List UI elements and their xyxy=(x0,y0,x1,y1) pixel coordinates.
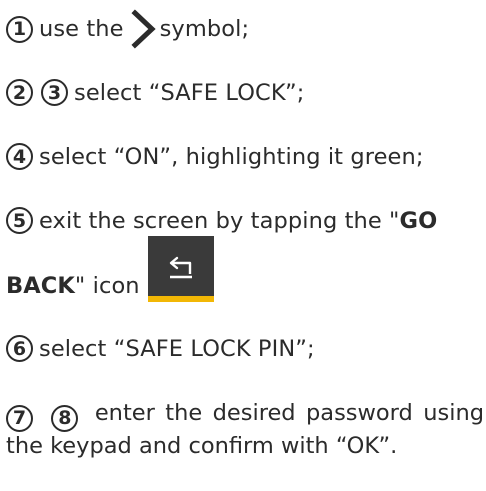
step-4: 4 select “ON”, highlighting it green; xyxy=(6,143,424,170)
step-text: select “SAFE LOCK PIN”; xyxy=(39,335,315,362)
step-text: select “ON”, highlighting it green; xyxy=(39,143,424,170)
instruction-page: 1 use the symbol; 2 3 select “SAFE LOCK”… xyxy=(0,0,486,491)
step-text: " icon xyxy=(74,273,140,299)
step-2-3: 2 3 select “SAFE LOCK”; xyxy=(6,79,304,106)
go-back-icon xyxy=(169,256,192,279)
step-7-8: 7 8 enter the desired password using the… xyxy=(6,399,484,461)
step-number: 7 xyxy=(6,405,33,432)
step-number: 5 xyxy=(6,207,33,234)
step-number: 8 xyxy=(51,405,79,432)
step-text: symbol; xyxy=(159,16,250,42)
step-number: 4 xyxy=(6,143,33,170)
step-text: use the xyxy=(39,16,124,42)
step-6: 6 select “SAFE LOCK PIN”; xyxy=(6,335,315,362)
step-1: 1 use the symbol; xyxy=(6,9,249,49)
step-text: exit the screen by tapping the " xyxy=(39,207,400,234)
step-number: 1 xyxy=(6,15,33,43)
chevron-right-icon xyxy=(131,9,156,49)
step-number: 2 xyxy=(6,79,33,106)
step-5: 5 exit the screen by tapping the " GO xyxy=(6,207,437,234)
step-5-continued: BACK " icon xyxy=(6,273,140,299)
step-number: 6 xyxy=(6,335,33,362)
step-bold-text: BACK xyxy=(6,273,75,299)
step-text: enter the desired password using the key… xyxy=(6,400,485,459)
step-number: 3 xyxy=(41,79,68,106)
step-bold-text: GO xyxy=(399,207,438,234)
step-text: select “SAFE LOCK”; xyxy=(74,79,305,106)
go-back-button xyxy=(148,236,214,302)
